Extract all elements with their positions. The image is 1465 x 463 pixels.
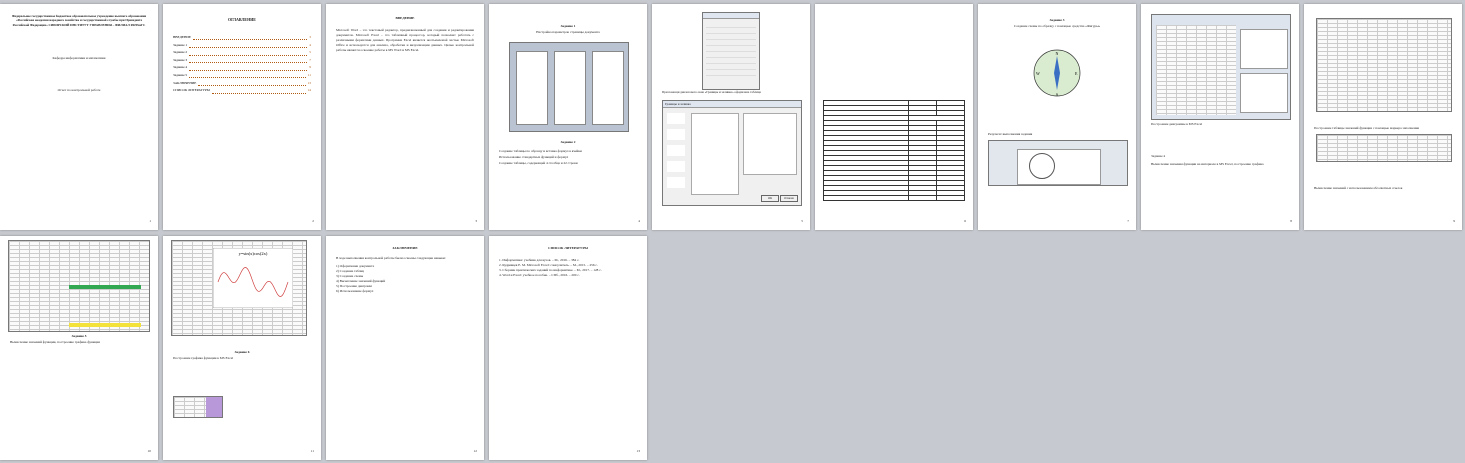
list-item: 4. Word и Excel: учебное пособие. – СПб.… [499,273,580,277]
page-number: 4 [638,219,640,224]
toc-item[interactable]: ВВЕДЕНИЕ 3 [173,34,311,42]
caption: Результат выполнения задания [988,132,1033,136]
page-10: Задание 5 Вычисление значений функции, п… [0,236,158,460]
page-title: СПИСОК ЛИТЕРАТУРЫ [548,246,588,250]
task-title: Задание 5 [71,334,87,338]
list-item: Построение таблицы значений функции с по… [1314,126,1419,130]
chart-title: y=sin(x)cos(2x) [239,251,268,256]
list-item: Вычисление значений с использованием абс… [1314,186,1403,190]
page-number: 12 [473,449,478,454]
page-number: 9 [1453,219,1455,224]
conclusion-intro: В ходе выполнения контрольной работы был… [336,256,446,260]
toc-item[interactable]: Задание 25 [173,49,311,57]
excel-table-2 [1316,134,1452,162]
reference-list: 1. Информатика: учебник для вузов. – М.,… [499,258,637,278]
table-props-dialog [702,12,760,90]
excel-chart-screenshot [1151,14,1291,120]
task-title: Задание 3 [1049,18,1065,22]
task-subtitle: Настройка параметров страницы документа [536,30,600,34]
page-3: ВВЕДЕНИЕ Microsoft Word – это текстовый … [326,4,484,230]
excel-table-green [8,240,150,332]
page-7: Задание 3 Создание схемы по образцу с по… [978,4,1136,230]
page-number: 10 [147,449,152,454]
task-subtitle: Вычисление значений функции, построение … [10,340,100,344]
work-title: Отчет по контрольной работе [57,88,101,92]
page-number: 5 [801,219,803,224]
page-9: Построение таблицы значений функции с по… [1304,4,1462,230]
borders-dialog: Границы и заливка ОК Отмена [662,100,802,206]
excel-table-1 [1316,18,1452,112]
task-list: Создание таблицы по образцу и вставка фо… [499,148,637,166]
page-number: 6 [964,219,966,224]
task-subtitle: Построение графика функции в MS Excel [173,356,234,360]
task-subtitle: Создание схемы по образцу с помощью сред… [1013,24,1101,28]
title-header: Федеральное государственное бюджетное об… [11,14,147,27]
department: Кафедра информатики и математики [52,56,106,60]
page-number: 3 [475,219,477,224]
page-1: Федеральное государственное бюджетное об… [0,4,158,230]
page-5: При помощи диалогового окна «Границы и з… [652,4,810,230]
ok-button[interactable]: ОК [761,195,779,202]
compass-n: N [1056,51,1059,56]
form-table [823,100,966,201]
task-title: Задание 6 [234,350,250,354]
page-4: Задание 1 Настройка параметров страницы … [489,4,647,230]
toc-item[interactable]: Задание 14 [173,42,311,50]
compass-w: W [1036,71,1040,76]
page-setup-screenshot [509,42,629,132]
compass-figure: N W E S [1033,49,1081,97]
task-title: Задание 1 [560,24,576,28]
toc-item[interactable]: Задание 49 [173,64,311,72]
list-item: 6) Использование формул [336,289,374,293]
caption: При помощи диалогового окна «Границы и з… [662,90,761,94]
page-13: СПИСОК ЛИТЕРАТУРЫ 1. Информатика: учебни… [489,236,647,460]
toc-item[interactable]: Задание 5 11 [173,72,311,80]
intro-text: Microsoft Word – это текстовый редактор,… [336,28,474,52]
page-11: y=sin(x)cos(2x) Задание 6 Построение гра… [163,236,321,460]
page-6: 6 [815,4,973,230]
page-number: 8 [1290,219,1292,224]
conclusion-list: 1) Оформление документа 2) Создание табл… [336,264,474,294]
page-number: 13 [636,449,641,454]
page-title: ОГЛАВЛЕНИЕ [228,17,256,22]
page-12: ЗАКЛЮЧЕНИЕ В ходе выполнения контрольной… [326,236,484,460]
toc-item[interactable]: СПИСОК ЛИТЕРАТУРЫ 14 [173,87,311,95]
task-subtitle: Вычисление значения функции на интервале… [1151,162,1264,166]
list-item: Создание таблицы, содержащей 4 столбца и… [499,161,578,165]
dialog-title: Границы и заливка [663,101,801,108]
page-title: ЗАКЛЮЧЕНИЕ [392,246,418,250]
page-title: ВВЕДЕНИЕ [395,16,415,20]
caption: Построение диаграммы в MS Excel [1151,122,1203,126]
task-title-2: Задание 2 [560,140,576,144]
compass-s: S [1056,92,1058,97]
small-table [173,396,223,418]
page-number: 2 [312,219,314,224]
cancel-button[interactable]: Отмена [780,195,798,202]
task-title: Задание 4 [1151,154,1166,158]
toc-item[interactable]: ЗАКЛЮЧЕНИЕ 13 [173,80,311,88]
page-number: 11 [310,449,314,454]
page-number: 7 [1127,219,1129,224]
word-screenshot [988,140,1128,186]
page-8: Построение диаграммы в MS Excel Задание … [1141,4,1299,230]
page-2: ОГЛАВЛЕНИЕ ВВЕДЕНИЕ 3 Задание 14 Задание … [163,4,321,230]
toc-item[interactable]: Задание 37 [173,57,311,65]
page-number: 1 [149,219,151,224]
table-of-contents: ВВЕДЕНИЕ 3 Задание 14 Задание 25 Задание … [173,34,311,95]
function-chart: y=sin(x)cos(2x) [213,248,293,308]
